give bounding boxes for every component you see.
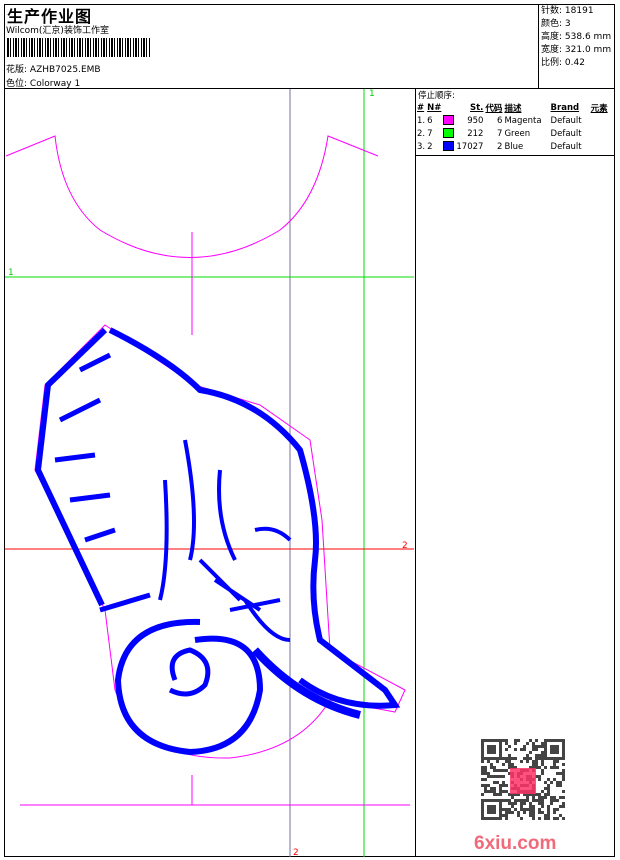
design-canvas: 1 1 2 2 6xiu.com: [5, 89, 565, 858]
watermark-logo: 6xiu.com: [474, 833, 556, 854]
marker-red-bottom: 2: [293, 848, 299, 858]
marker-green-top: 1: [369, 89, 375, 99]
seal-logo: [510, 768, 536, 794]
qr-code: [481, 739, 565, 820]
marker-green-left: 1: [8, 268, 14, 278]
marker-red-right: 2: [402, 541, 408, 551]
elephant-embroidery: [34, 324, 406, 759]
